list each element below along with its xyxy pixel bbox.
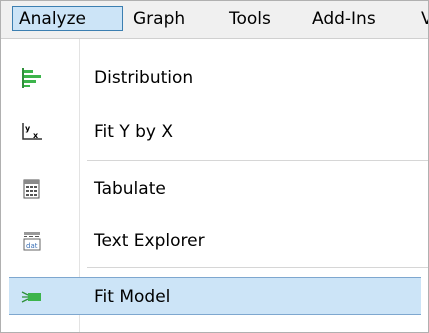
svg-text:y: y <box>25 124 31 133</box>
menu-tools[interactable]: Tools <box>229 7 271 32</box>
menu-view-truncated[interactable]: V <box>421 7 428 32</box>
menu-item-fit-y-by-x[interactable]: y x Fit Y by X <box>1 113 428 151</box>
tabulate-icon <box>21 179 43 199</box>
menu-analyze[interactable]: Analyze <box>12 6 123 31</box>
menubar: Analyze Graph Tools Add-Ins V <box>1 1 428 39</box>
menu-item-distribution[interactable]: Distribution <box>1 59 428 97</box>
menu-item-tabulate[interactable]: Tabulate <box>1 170 428 208</box>
menu-item-label: Fit Model <box>94 287 171 307</box>
text-explorer-icon: dat <box>21 231 43 251</box>
svg-text:dat: dat <box>26 242 38 250</box>
menu-graph[interactable]: Graph <box>133 7 185 32</box>
menu-separator <box>87 267 428 268</box>
menu-item-label: Distribution <box>94 68 194 88</box>
distribution-icon <box>21 68 43 88</box>
fit-y-by-x-icon: y x <box>21 122 43 142</box>
menu-item-label: Tabulate <box>94 179 166 199</box>
menu-item-label: Fit Y by X <box>94 122 174 142</box>
fit-model-icon <box>21 287 43 307</box>
svg-text:x: x <box>33 131 39 140</box>
menu-item-fit-model[interactable]: Fit Model <box>9 277 421 315</box>
menu-item-label: Text Explorer <box>94 231 205 251</box>
menu-separator <box>87 160 428 161</box>
app-window: Analyze Graph Tools Add-Ins V Distributi… <box>0 0 429 333</box>
menu-add-ins[interactable]: Add-Ins <box>312 7 376 32</box>
menu-item-text-explorer[interactable]: dat Text Explorer <box>1 222 428 260</box>
analyze-dropdown-menu: Distribution y x Fit Y by X Tabulate dat… <box>1 39 428 332</box>
